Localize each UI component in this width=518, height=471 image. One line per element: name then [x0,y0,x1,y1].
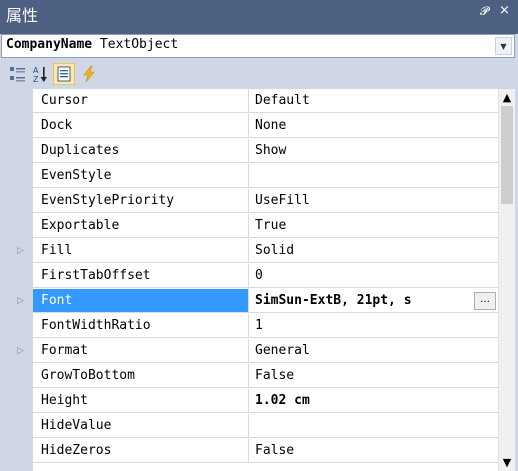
property-value[interactable]: 1 [249,314,498,338]
property-value-text: General [255,343,310,358]
property-row[interactable]: ▷ Font SimSun-ExtB, 21pt, s … [13,289,515,314]
properties-view-button[interactable] [53,63,75,85]
panel-title: 属性 [6,6,39,25]
scroll-up-icon[interactable]: ▲ [499,89,515,106]
property-row[interactable]: FontWidthRatio 1 [13,314,515,339]
property-name[interactable]: FontWidthRatio [33,314,249,338]
lightning-icon [83,65,95,83]
object-type: TextObject [99,37,179,52]
property-value-text: SimSun-ExtB, 21pt, s [255,293,412,308]
properties-toolbar: A Z [0,60,518,88]
property-value[interactable]: UseFill [249,189,498,213]
property-value-text: None [255,118,287,133]
property-value[interactable]: False [249,439,498,463]
property-row[interactable]: GrowToBottom False [13,364,515,389]
categorized-view-button[interactable] [7,63,29,85]
property-value-text: 1.02 cm [255,393,310,408]
panel-title-bar: 属性 𝓟 × [0,0,518,34]
property-name[interactable]: HideValue [33,414,249,438]
property-name[interactable]: GrowToBottom [33,364,249,388]
property-value[interactable]: False [249,364,498,388]
scroll-down-icon[interactable]: ▼ [499,454,515,471]
property-name[interactable]: Exportable [33,214,249,238]
property-value-text: 1 [255,318,263,333]
object-selector-label: CompanyName TextObject [6,37,178,52]
svg-text:A: A [33,66,39,75]
property-row[interactable]: Height 1.02 cm [13,389,515,414]
property-value[interactable]: Default [249,89,498,113]
property-name[interactable]: Dock [33,114,249,138]
chevron-down-icon[interactable]: ▼ [495,37,512,55]
property-name[interactable]: Cursor [33,89,249,113]
object-name: CompanyName [6,37,93,52]
property-name[interactable]: Height [33,389,249,413]
events-view-button[interactable] [78,63,100,85]
property-value-text: Show [255,143,287,158]
property-value[interactable] [249,414,498,438]
property-value[interactable]: 0 [249,264,498,288]
property-row[interactable]: ▷ Fill Solid [13,239,515,264]
alphabetical-view-button[interactable]: A Z [30,63,52,85]
property-row[interactable]: Exportable True [13,214,515,239]
vertical-scrollbar[interactable]: ▲ ▼ [498,89,515,471]
property-value-text: Solid [255,243,295,258]
property-row[interactable]: FirstTabOffset 0 [13,264,515,289]
property-value-text: UseFill [255,193,310,208]
property-row[interactable]: HideValue [13,414,515,439]
property-row[interactable]: ▷ Format General [13,339,515,364]
properties-icon [57,66,71,82]
property-row[interactable]: EvenStylePriority UseFill [13,189,515,214]
property-value-text: True [255,218,287,233]
property-value[interactable]: 1.02 cm [249,389,498,413]
property-name[interactable]: HideZeros [33,439,249,463]
pin-icon[interactable]: 𝓟 [480,4,489,19]
property-name[interactable]: EvenStyle [33,164,249,188]
property-name[interactable]: Fill [33,239,249,263]
property-value[interactable]: General [249,339,498,363]
property-grid: Cursor Default Dock None Duplicates Show EvenS… [13,89,515,471]
expand-arrow-icon[interactable]: ▷ [17,246,27,256]
property-value[interactable]: None [249,114,498,138]
close-icon[interactable]: × [499,3,510,18]
property-name[interactable]: FirstTabOffset [33,264,249,288]
property-row[interactable]: Duplicates Show [13,139,515,164]
property-row[interactable]: Dock None [13,114,515,139]
scrollbar-thumb[interactable] [501,106,513,204]
property-value-text: False [255,368,295,383]
property-name[interactable]: Font [33,289,249,313]
expand-arrow-icon[interactable]: ▷ [17,296,27,306]
property-value-text: 0 [255,268,263,283]
property-value[interactable]: SimSun-ExtB, 21pt, s … [249,289,498,313]
property-row[interactable]: HideZeros False [13,439,515,464]
expand-arrow-icon[interactable]: ▷ [17,346,27,356]
property-value[interactable]: True [249,214,498,238]
property-value-text: Default [255,93,310,108]
property-value[interactable]: Show [249,139,498,163]
property-name[interactable]: EvenStylePriority [33,189,249,213]
ellipsis-button[interactable]: … [474,292,496,310]
property-row[interactable]: EvenStyle [13,164,515,189]
sort-alpha-icon: A Z [33,66,47,84]
categorized-icon [10,67,25,82]
property-value[interactable] [249,164,498,188]
property-value[interactable]: Solid [249,239,498,263]
properties-panel: 属性 𝓟 × CompanyName TextObject ▼ A Z Curs… [0,0,518,471]
property-name[interactable]: Format [33,339,249,363]
object-selector[interactable]: CompanyName TextObject ▼ [1,34,515,58]
property-value-text: False [255,443,295,458]
svg-text:Z: Z [33,75,39,84]
property-row[interactable]: Cursor Default [13,89,515,114]
property-name[interactable]: Duplicates [33,139,249,163]
